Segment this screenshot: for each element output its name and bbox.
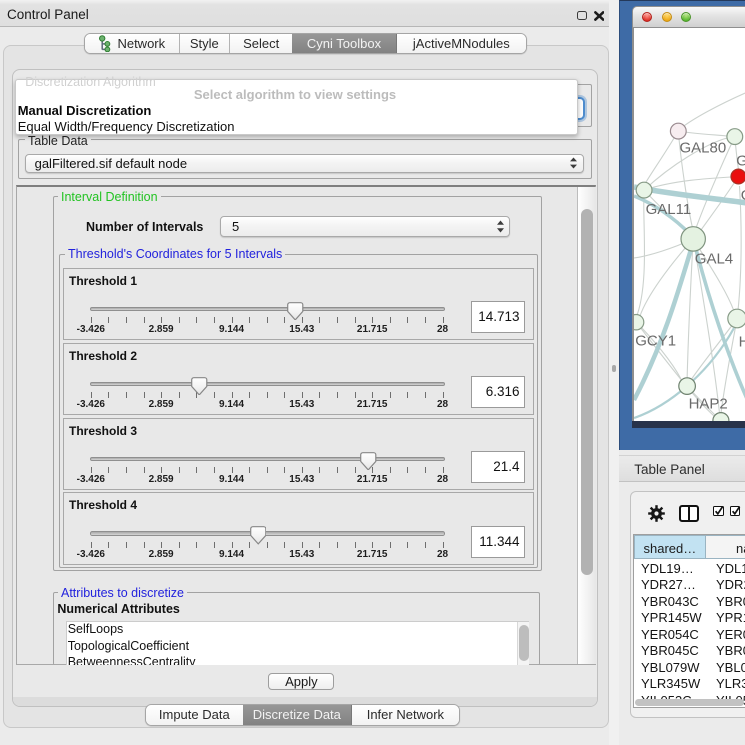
svg-text:HA: HA <box>738 333 745 350</box>
svg-text:HAP2: HAP2 <box>688 395 727 412</box>
svg-text:GAL11: GAL11 <box>645 201 691 218</box>
svg-text:GCY1: GCY1 <box>635 332 676 349</box>
svg-text:GA: GA <box>736 152 745 169</box>
svg-text:GA: GA <box>740 187 745 204</box>
svg-text:GAL80: GAL80 <box>679 139 726 156</box>
svg-text:GAL4: GAL4 <box>694 250 732 267</box>
